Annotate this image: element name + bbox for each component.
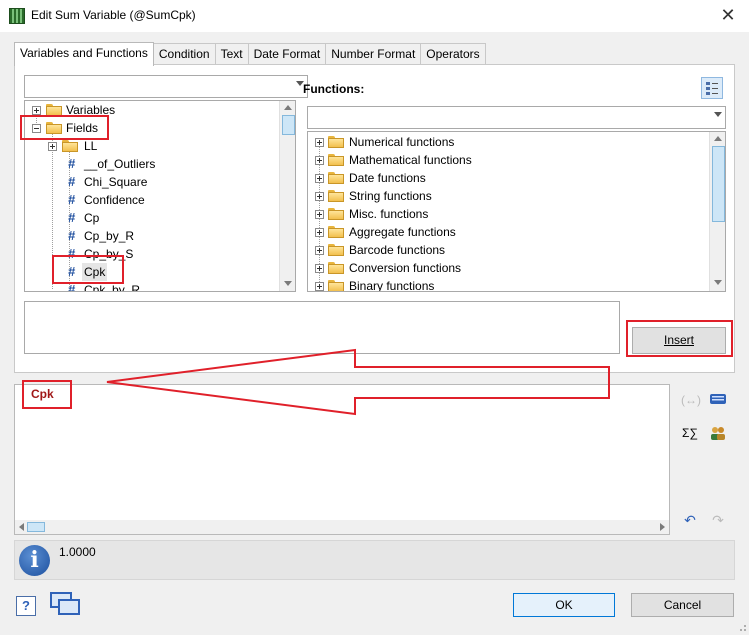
tab-variables-and-functions[interactable]: Variables and Functions [14, 42, 154, 66]
annotation-arrow [106, 348, 610, 416]
